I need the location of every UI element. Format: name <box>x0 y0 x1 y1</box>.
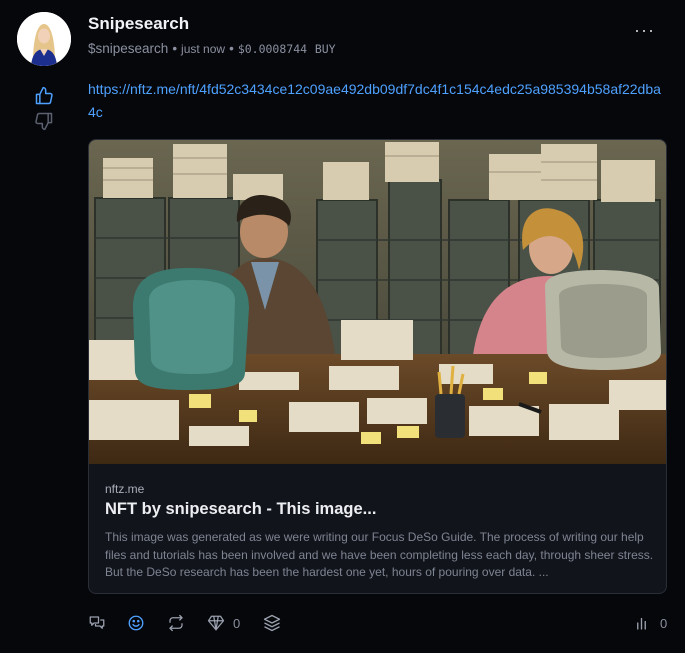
author-username[interactable]: $snipesearch <box>88 41 168 56</box>
diamond-count: 0 <box>233 615 241 631</box>
views-button[interactable]: 0 <box>634 612 667 634</box>
preview-image <box>89 140 666 464</box>
diamond-icon <box>207 615 225 631</box>
bar-chart-icon <box>637 617 646 630</box>
separator-dot: • <box>172 41 178 56</box>
creator-coin-price: $0.0008744 <box>237 42 308 56</box>
comment-icon <box>89 616 105 629</box>
more-icon[interactable]: ··· <box>634 20 655 41</box>
separator-dot: • <box>229 41 234 56</box>
post-timestamp: just now <box>181 42 226 56</box>
repost-button[interactable] <box>167 612 185 634</box>
author-avatar[interactable] <box>17 12 71 66</box>
post-action-bar: 0 0 <box>88 612 668 634</box>
preview-domain: nftz.me <box>105 482 145 496</box>
thumbs-up-icon[interactable] <box>34 86 54 106</box>
buy-button[interactable]: BUY <box>315 42 336 56</box>
emoji-button[interactable] <box>127 612 145 634</box>
vote-column <box>34 86 54 136</box>
views-count: 0 <box>660 615 668 631</box>
comment-button[interactable] <box>88 612 106 634</box>
author-name[interactable]: Snipesearch <box>88 14 189 34</box>
emoji-icon <box>128 615 144 631</box>
link-preview-card[interactable]: nftz.me NFT by snipesearch - This image.… <box>88 139 667 594</box>
nft-button[interactable] <box>263 612 281 634</box>
repost-icon <box>169 614 183 632</box>
thumbs-down-icon[interactable] <box>34 111 54 131</box>
avatar-image <box>17 12 71 66</box>
preview-title: NFT by snipesearch - This image... <box>105 500 377 518</box>
layers-icon <box>263 614 281 632</box>
post-meta: $snipesearch • just now • $0.0008744 BUY <box>88 41 336 56</box>
post-link[interactable]: https://nftz.me/nft/4fd52c3434ce12c09ae4… <box>88 78 668 124</box>
diamond-button[interactable]: 0 <box>207 612 240 634</box>
preview-description: This image was generated as we were writ… <box>105 530 654 579</box>
